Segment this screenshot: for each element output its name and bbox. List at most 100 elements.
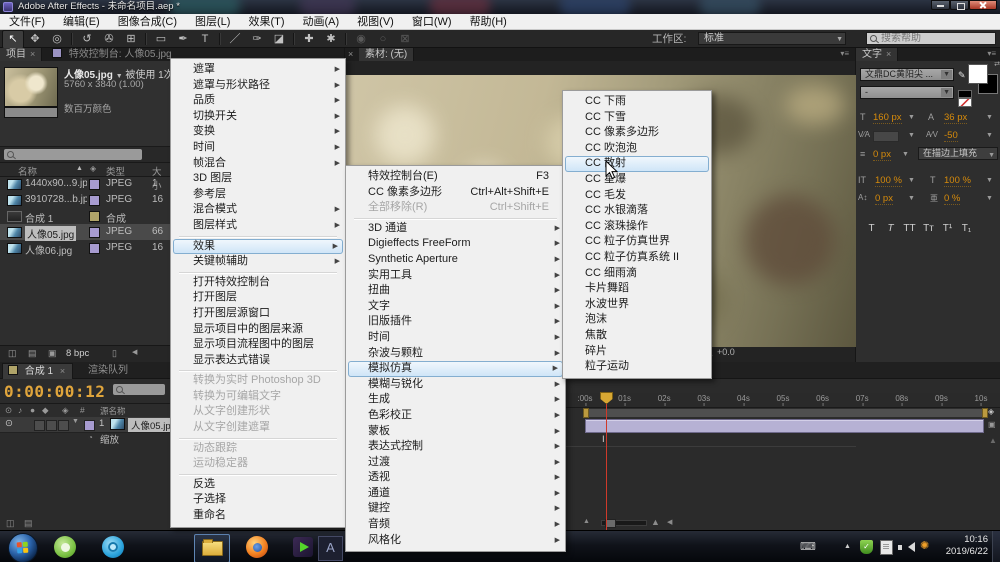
menu-item[interactable]: 打开图层 (171, 290, 345, 306)
menubar-item[interactable]: 帮助(H) (461, 14, 516, 30)
menu-item[interactable]: 关键帧辅助 ▶ (171, 254, 345, 270)
menu-item[interactable]: CC 细雨滴 (563, 266, 711, 282)
tool-icon[interactable]: ✚ (298, 31, 320, 48)
panel-menu-icon[interactable]: ▾≡ (987, 49, 996, 58)
zoom-out-mountain-icon[interactable]: ▲ (583, 518, 590, 525)
menubar-item[interactable]: 视图(V) (348, 14, 403, 30)
taskbar-app-explorer-active[interactable] (194, 534, 230, 562)
tool-icon[interactable]: ✇ (98, 31, 120, 48)
security-shield-icon[interactable]: ✓ (860, 540, 873, 554)
project-search-box[interactable] (4, 149, 142, 160)
trash-icon[interactable]: ▯ (112, 348, 117, 359)
taskbar-clock[interactable]: 10:16 2019/6/22 (946, 534, 988, 558)
menu-item[interactable]: 帧混合 ▶ (171, 156, 345, 172)
menu-item[interactable]: 扭曲 ▶ (346, 283, 565, 299)
menu-item[interactable]: 打开特效控制台 (171, 275, 345, 291)
chevron-down-icon[interactable]: ▼ (908, 177, 915, 184)
volume-icon[interactable] (898, 542, 915, 552)
menu-item[interactable]: 参考层 (171, 187, 345, 203)
menu-item[interactable]: 效果 ▶ (173, 238, 343, 255)
taskbar-app-videoplayer[interactable] (100, 534, 127, 561)
help-search-input[interactable] (881, 33, 981, 44)
close-icon[interactable]: × (348, 48, 353, 61)
minimize-button[interactable] (931, 0, 950, 10)
menubar-item[interactable]: 动画(A) (294, 14, 349, 30)
menu-item[interactable]: 时间 ▶ (171, 140, 345, 156)
footage-thumbnail[interactable] (4, 67, 58, 107)
tab-character[interactable]: 文字 × (856, 48, 899, 61)
menu-item[interactable]: 过渡 ▶ (346, 455, 565, 471)
work-area-start-handle[interactable] (583, 408, 589, 418)
baseline-shift-value[interactable]: 0 px (875, 193, 893, 205)
eye-icon[interactable]: ⊙ (5, 405, 12, 416)
menu-item[interactable]: 模拟仿真 ▶ (348, 361, 563, 377)
menu-item[interactable]: CC 像素多边形 Ctrl+Alt+Shift+E (346, 185, 565, 201)
tool-icon[interactable]: ✥ (24, 31, 46, 48)
menu-item[interactable]: CC 毛发 (563, 188, 711, 204)
menu-item[interactable]: 遮罩 ▶ (171, 62, 345, 78)
label-color-chip[interactable] (89, 211, 100, 222)
tool-icon[interactable]: ↖ (2, 29, 24, 49)
tool-icon[interactable]: ／ (224, 31, 246, 48)
start-button[interactable] (8, 533, 38, 562)
source-name-column[interactable]: 源名称 (100, 405, 126, 417)
menu-item[interactable]: 碎片 (563, 344, 711, 360)
menu-item[interactable]: 3D 图层 (171, 171, 345, 187)
menu-item[interactable]: CC 像素多边形 (563, 125, 711, 141)
keyframe-marker[interactable]: Ⅰ (602, 434, 605, 445)
menubar-item[interactable]: 图像合成(C) (109, 14, 186, 30)
time-ruler[interactable]: :00s 01s 02s 03s 04s 05s 06s 07s 08s 09s 10s (566, 393, 1000, 408)
menu-item[interactable]: 旧版插件 ▶ (346, 314, 565, 330)
menu-item[interactable]: 卡片舞蹈 (563, 281, 711, 297)
no-color-swatch[interactable] (958, 98, 972, 107)
switch-box[interactable] (58, 420, 69, 431)
keyboard-tray-icon[interactable]: ⌨ (800, 540, 816, 553)
menu-item[interactable]: 显示表达式错误 (171, 353, 345, 369)
fill-mode-dropdown[interactable]: 在描边上填充 ▼ (918, 147, 998, 160)
menu-item[interactable]: 生成 ▶ (346, 392, 565, 408)
menu-item[interactable]: 通道 ▶ (346, 486, 565, 502)
menubar-item[interactable]: 编辑(E) (54, 14, 109, 30)
expand-layers-icon[interactable]: ◫ (6, 518, 15, 529)
tab-footage[interactable]: 素材: (无) (359, 48, 415, 61)
tool-icon[interactable]: T (194, 31, 216, 48)
horizontal-scale-value[interactable]: 100 % (944, 175, 971, 187)
audio-icon[interactable]: ♪ (18, 405, 22, 415)
menu-item[interactable]: 图层样式 ▶ (171, 218, 345, 234)
menubar-item[interactable]: 文件(F) (0, 14, 54, 30)
file-name[interactable]: 合成 1 (25, 210, 53, 225)
kerning-value-box[interactable] (873, 131, 899, 142)
show-desktop-button[interactable] (992, 531, 1000, 562)
chevron-down-icon[interactable]: ▼ (902, 151, 909, 158)
titlebar[interactable]: Adobe After Effects - 未命名项目.aep * (0, 0, 1000, 14)
new-composition-icon[interactable]: ▣ (48, 348, 57, 359)
menu-item[interactable]: CC 星爆 (563, 172, 711, 188)
current-time-indicator-line[interactable] (606, 403, 607, 530)
interpret-footage-icon[interactable]: ◫ (8, 348, 17, 359)
menu-item[interactable]: 遮罩与形状路径 ▶ (171, 78, 345, 94)
taskbar-app-360browser[interactable] (52, 534, 79, 561)
menu-item[interactable]: Digieffects FreeForm ▶ (346, 236, 565, 252)
tracking-value[interactable]: -50 (944, 130, 958, 142)
menu-item[interactable]: 重命名 (171, 508, 345, 524)
file-name[interactable]: 人像05.jpg (25, 225, 77, 241)
tool-icon[interactable]: ✒ (172, 31, 194, 48)
label-color-chip[interactable] (89, 227, 100, 238)
switch-box[interactable] (46, 420, 57, 431)
menu-item[interactable]: CC 吹泡泡 (563, 141, 711, 157)
menu-item[interactable]: 键控 ▶ (346, 501, 565, 517)
close-icon[interactable]: × (30, 49, 35, 59)
text-style-button[interactable]: TT (900, 223, 919, 234)
text-style-button[interactable]: Tᴛ (919, 223, 938, 234)
label-column-icon[interactable]: ◈ (90, 164, 96, 173)
menu-item[interactable]: 变换 ▶ (171, 124, 345, 140)
workspace-dropdown[interactable]: 标准 ▼ (698, 32, 846, 45)
tool-icon[interactable]: ⊞ (120, 31, 142, 48)
text-style-button[interactable]: T (862, 223, 881, 234)
menu-item[interactable]: 杂波与颗粒 ▶ (346, 346, 565, 362)
menu-item[interactable]: 色彩校正 ▶ (346, 408, 565, 424)
taskbar-app-qq[interactable] (148, 534, 175, 561)
menu-item[interactable]: 模糊与锐化 ▶ (346, 377, 565, 393)
tool-icon[interactable]: ▭ (150, 31, 172, 48)
menu-item[interactable]: 品质 ▶ (171, 93, 345, 109)
